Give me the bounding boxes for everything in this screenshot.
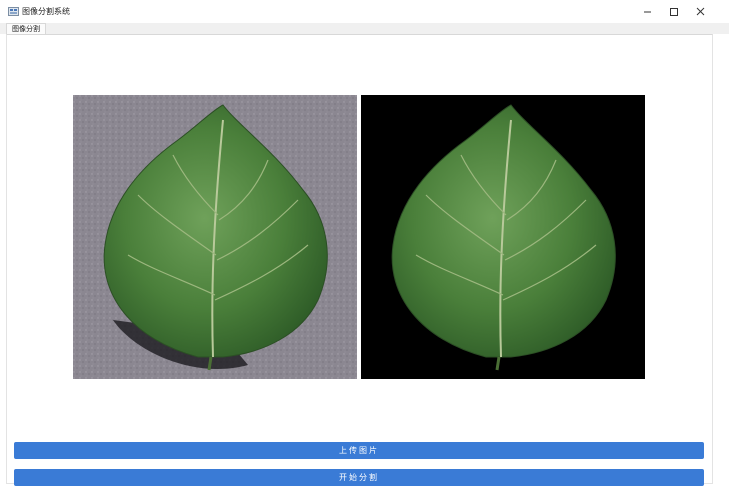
minimize-icon	[644, 11, 651, 13]
window-title: 图像分割系统	[22, 7, 70, 16]
close-icon	[696, 7, 705, 16]
leaf-segmented-icon	[361, 95, 645, 379]
minimize-button[interactable]	[634, 0, 662, 23]
original-image	[73, 95, 357, 379]
app-icon	[8, 7, 19, 16]
maximize-icon	[670, 8, 678, 16]
tab-bar: 图像分割	[0, 23, 729, 35]
start-segmentation-button[interactable]: 开始分割	[14, 469, 704, 486]
maximize-button[interactable]	[660, 0, 688, 23]
segmented-image	[361, 95, 645, 379]
upload-image-button[interactable]: 上传图片	[14, 442, 704, 459]
close-button[interactable]	[687, 0, 715, 23]
leaf-photo-icon	[73, 95, 357, 379]
title-bar: 图像分割系统	[0, 0, 729, 23]
